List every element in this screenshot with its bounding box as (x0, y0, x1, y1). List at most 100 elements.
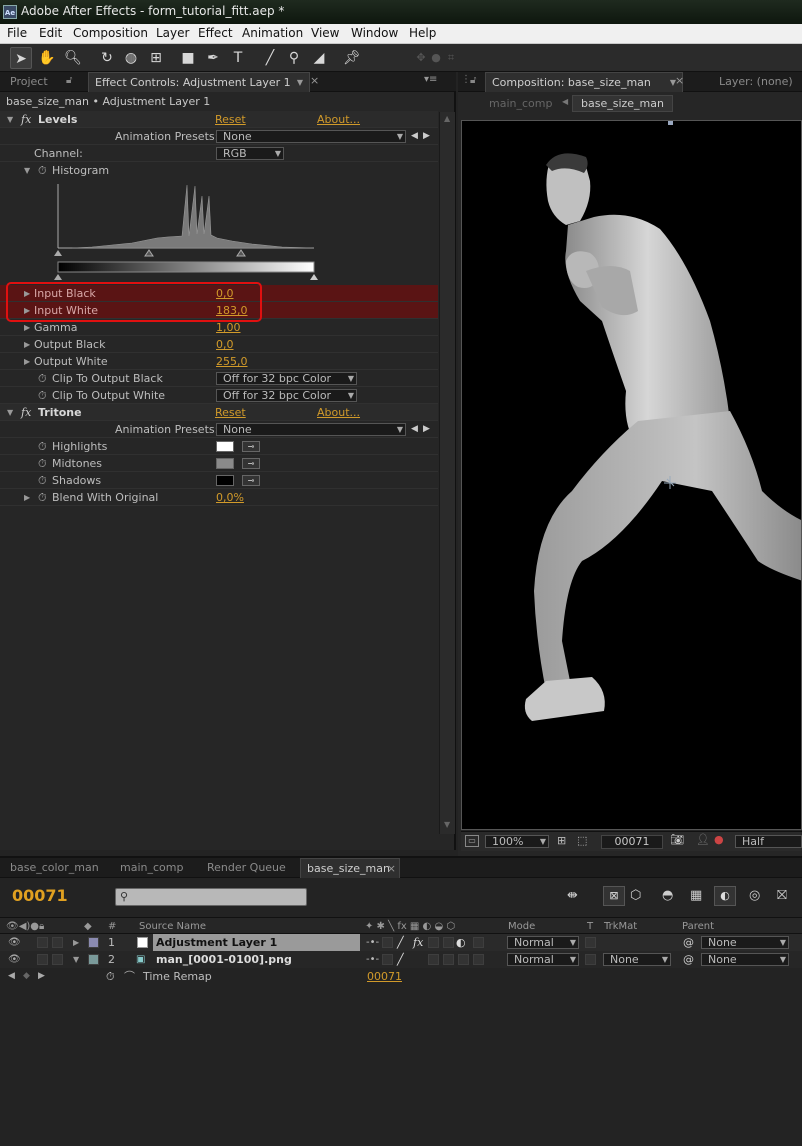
clip-black-dropdown[interactable]: Off for 32 bpc Color ▼ (216, 372, 357, 385)
blend-value[interactable]: 0,0% (216, 489, 244, 506)
show-snapshot-icon[interactable]: 👤︎ (696, 833, 710, 846)
layer-2-mode-dropdown[interactable]: Normal ▼ (507, 953, 579, 966)
pan-behind-tool-icon[interactable]: ⊞ (145, 47, 167, 69)
eyedropper-icon[interactable]: ⊸ (242, 475, 260, 486)
output-black-row[interactable]: ▶ Output Black 0,0 (0, 336, 438, 353)
layer-row-1[interactable]: 👁︎ ▶ 1 Adjustment Layer 1 -•- ╱ fx ◐ Nor… (0, 934, 802, 951)
output-white-value[interactable]: 255,0 (216, 353, 248, 370)
collapse-triangle-icon[interactable]: ▼ (73, 951, 79, 968)
chevron-down-icon[interactable]: ▼ (297, 73, 303, 93)
col-source-name[interactable]: Source Name (139, 918, 206, 935)
tritone-about-link[interactable]: About... (317, 404, 360, 421)
stopwatch-icon[interactable]: ⏱︎ (106, 968, 115, 985)
eyedropper-icon[interactable]: ⊸ (242, 458, 260, 469)
layer-1-parent-dropdown[interactable]: None ▼ (701, 936, 789, 949)
levels-about-link[interactable]: About... (317, 111, 360, 128)
always-preview-icon[interactable]: ▭ (465, 835, 479, 847)
graph-icon[interactable]: ⌒ (124, 968, 135, 985)
lock-icon[interactable]: 🔓︎ (66, 75, 72, 86)
brainstorm-icon[interactable]: ⛝ (777, 888, 787, 903)
search-input[interactable]: ⚲ (115, 888, 307, 906)
tab-render-queue[interactable]: Render Queue (201, 858, 292, 878)
time-remap-value[interactable]: 00071 (367, 968, 402, 985)
nav-main-comp[interactable]: main_comp (489, 97, 552, 110)
resolution-dropdown[interactable]: Half (735, 835, 802, 848)
layer-name[interactable]: Adjustment Layer 1 (153, 934, 360, 951)
effect-tritone-header[interactable]: ▼ fx Tritone Reset About... (0, 404, 438, 421)
grid-icon[interactable]: ⊞ (557, 834, 566, 847)
tab-layer[interactable]: Layer: (none) (713, 72, 799, 92)
live-update-icon[interactable]: ⊠ (603, 886, 625, 906)
label-color-swatch[interactable] (88, 954, 99, 965)
stopwatch-icon[interactable]: ⏱︎ (38, 455, 47, 472)
menu-animation[interactable]: Animation (242, 26, 303, 40)
input-white-row[interactable]: ▶ Input White 183,0 (0, 302, 438, 319)
solo-switch[interactable] (37, 954, 48, 965)
shy-layers-icon[interactable]: ◓ (662, 888, 673, 903)
3d-layer-switch[interactable] (473, 954, 484, 965)
scroll-up-icon[interactable]: ▲ (444, 114, 450, 123)
graph-editor-icon[interactable]: ◎ (749, 888, 760, 903)
blend-row[interactable]: ▶ ⏱︎ Blend With Original 0,0% (0, 489, 438, 506)
draft-3d-icon[interactable]: ⬡ (630, 888, 641, 903)
expand-triangle-icon[interactable]: ▶ (24, 489, 30, 506)
scroll-down-icon[interactable]: ▼ (444, 820, 450, 829)
preserve-transparency-switch[interactable] (585, 937, 596, 948)
collapse-switch[interactable] (382, 937, 393, 948)
expand-triangle-icon[interactable]: ▼ (24, 162, 30, 179)
effect-levels-header[interactable]: ▼ fx Levels Reset About... (0, 111, 438, 128)
preserve-transparency-switch[interactable] (585, 954, 596, 965)
expand-triangle-icon[interactable]: ▶ (24, 302, 30, 319)
channel-dropdown[interactable]: RGB ▼ (216, 147, 284, 160)
puppet-pin-tool-icon[interactable]: 📌︎ (341, 47, 363, 69)
levels-presets-dropdown[interactable]: None ▼ (216, 130, 406, 143)
preset-prev-icon[interactable]: ◀ (411, 421, 418, 438)
lock-switch[interactable] (52, 937, 63, 948)
clip-white-dropdown[interactable]: Off for 32 bpc Color ▼ (216, 389, 357, 402)
rectangle-tool-icon[interactable]: ■ (177, 47, 199, 69)
composition-viewer[interactable] (461, 120, 802, 830)
add-keyframe-icon[interactable]: ◆ (23, 968, 30, 985)
tab-main-comp[interactable]: main_comp (114, 858, 189, 878)
preset-next-icon[interactable]: ▶ (423, 421, 430, 438)
adjustment-layer-icon[interactable]: ◐ (456, 934, 466, 951)
hand-tool-icon[interactable]: ✋ (36, 47, 58, 69)
snapshot-camera-icon[interactable]: 📷︎ (670, 833, 684, 846)
zoom-dropdown[interactable]: 100% ▼ (485, 835, 549, 848)
collapse-triangle-icon[interactable]: ▼ (7, 111, 13, 128)
label-color-swatch[interactable] (88, 937, 99, 948)
effect-panel-scrollbar[interactable]: ▲ ▼ (439, 112, 455, 834)
comp-mini-flowchart-icon[interactable]: ⇼ (567, 888, 578, 903)
channel-rgb-icon[interactable]: ● (714, 833, 724, 846)
camera-tool-icon[interactable]: ◍ (120, 47, 142, 69)
eye-icon[interactable]: 👁︎ (8, 951, 21, 968)
menu-window[interactable]: Window (351, 26, 398, 40)
close-tab-icon[interactable]: × (310, 74, 319, 87)
frame-blend-switch[interactable] (428, 954, 439, 965)
quality-switch-icon[interactable]: ╱ (397, 951, 404, 968)
brush-tool-icon[interactable]: ╱ (259, 47, 281, 69)
pickwhip-icon[interactable]: @ (683, 951, 694, 968)
tritone-reset-link[interactable]: Reset (215, 404, 246, 421)
expand-triangle-icon[interactable]: ▶ (24, 319, 30, 336)
close-tab-icon[interactable]: × (675, 74, 684, 87)
preset-next-icon[interactable]: ▶ (423, 128, 430, 145)
histogram-graph[interactable] (52, 182, 320, 282)
stopwatch-icon[interactable]: ⏱︎ (38, 162, 47, 179)
timeline-timecode[interactable]: 00071 (12, 886, 68, 905)
tab-base-color-man[interactable]: base_color_man (4, 858, 105, 878)
fx-icon[interactable]: fx (21, 111, 31, 128)
next-keyframe-icon[interactable]: ▶ (38, 968, 45, 985)
zoom-tool-icon[interactable]: 🔍︎ (62, 47, 84, 69)
expand-triangle-icon[interactable]: ▶ (24, 285, 30, 302)
text-tool-icon[interactable]: T (227, 47, 249, 69)
stopwatch-icon[interactable]: ⏱︎ (38, 370, 47, 387)
motion-blur-switch[interactable] (443, 954, 454, 965)
current-time-display[interactable]: 00071 (601, 835, 663, 849)
gamma-value[interactable]: 1,00 (216, 319, 241, 336)
collapse-switch[interactable] (382, 954, 393, 965)
input-white-value[interactable]: 183,0 (216, 302, 248, 319)
fx-switch-icon[interactable]: fx (413, 934, 423, 951)
output-black-value[interactable]: 0,0 (216, 336, 234, 353)
layer-2-trkmat-dropdown[interactable]: None ▼ (603, 953, 671, 966)
